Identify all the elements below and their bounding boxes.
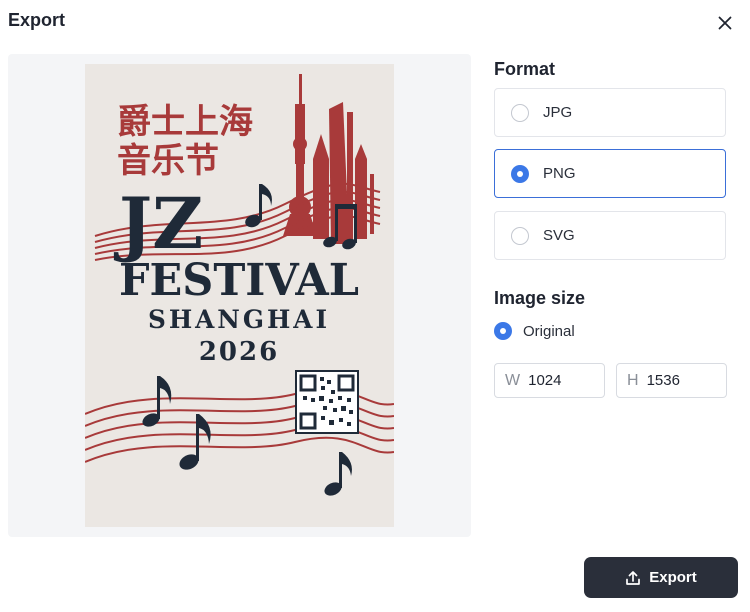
image-size-heading: Image size [494,288,586,308]
poster-city: SHANGHAI [148,305,330,334]
poster-chinese-line1: 爵士上海 [117,102,253,142]
height-field[interactable]: H 1536 [616,363,727,398]
radio-original[interactable] [494,322,512,340]
export-button[interactable]: Export [584,557,738,598]
format-label-jpg: JPG [543,104,573,121]
qr-code [295,370,359,434]
poster-festival-title: FESTIVAL [119,255,359,306]
poster-preview: 爵士上海 音乐节 JZ FESTIVAL SHANGHAI 2026 [85,64,394,527]
original-label: Original [523,322,575,340]
width-value[interactable]: 1024 [528,372,561,389]
width-prefix: W [505,371,521,389]
height-prefix: H [627,371,639,389]
format-option-jpg[interactable]: JPG [494,88,726,137]
preview-panel: 爵士上海 音乐节 JZ FESTIVAL SHANGHAI 2026 [8,54,471,537]
format-label-svg: SVG [543,227,575,244]
close-button[interactable] [712,10,738,36]
height-value[interactable]: 1536 [647,372,680,389]
size-option-original[interactable]: Original [494,322,575,340]
width-field[interactable]: W 1024 [494,363,605,398]
dialog-title: Export [8,10,66,30]
poster-artwork: 爵士上海 音乐节 JZ FESTIVAL SHANGHAI 2026 [85,74,394,496]
export-button-label: Export [649,569,697,586]
poster-year: 2026 [199,337,279,367]
poster-chinese-line2: 音乐节 [117,141,219,181]
format-heading: Format [494,59,556,79]
radio-svg[interactable] [511,226,529,245]
close-icon [718,16,732,30]
format-label-png: PNG [543,165,576,182]
radio-jpg[interactable] [511,103,529,122]
upload-icon [625,570,641,586]
format-option-png[interactable]: PNG [494,149,726,198]
radio-png[interactable] [511,164,529,183]
format-option-svg[interactable]: SVG [494,211,726,260]
poster-monogram: JZ [113,182,203,265]
